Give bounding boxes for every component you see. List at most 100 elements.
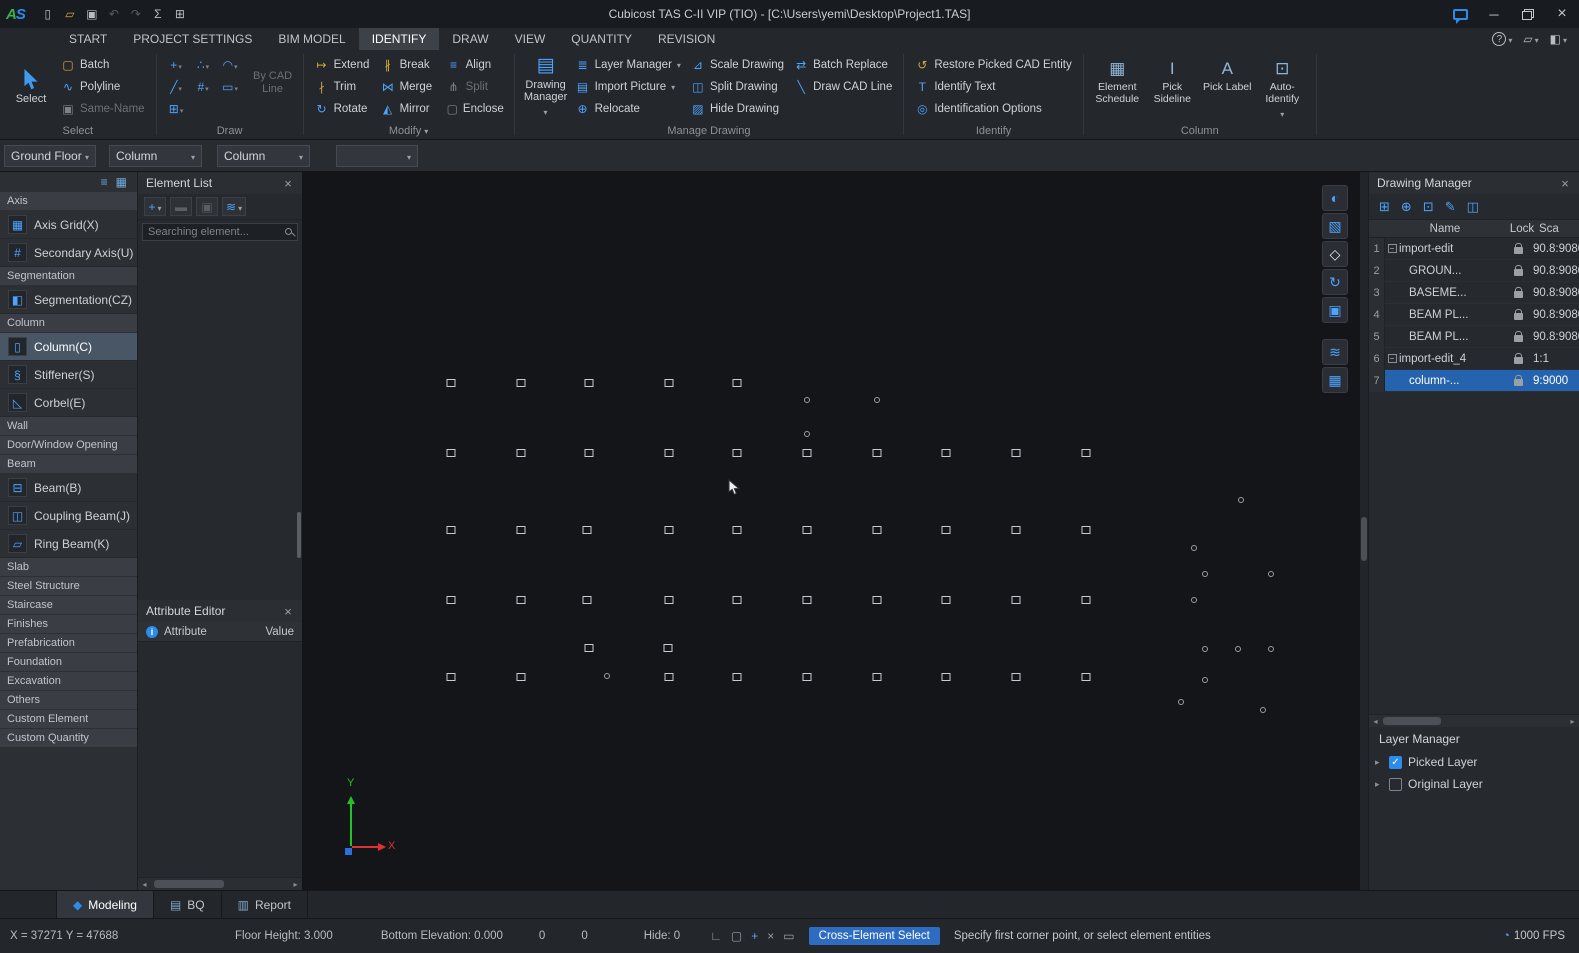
column-square[interactable] <box>517 673 526 681</box>
ribbon-button[interactable]: ∿Polyline <box>56 76 150 98</box>
ribbon-button[interactable]: ▤Import Picture <box>571 76 686 98</box>
menu-tab[interactable]: PROJECT SETTINGS <box>120 28 265 50</box>
scroll-right-icon[interactable] <box>289 878 302 890</box>
scrollbar-thumb[interactable] <box>1383 717 1441 725</box>
drawing-manager-tool[interactable]: ⊕ <box>1401 199 1412 215</box>
column-square[interactable] <box>733 596 742 604</box>
drawing-row[interactable]: 4 BEAM PL... 90.8:9080 <box>1369 304 1579 326</box>
ribbon-button[interactable]: ∤Trim <box>310 76 376 98</box>
column-square[interactable] <box>1082 596 1091 604</box>
column-square[interactable] <box>665 526 674 534</box>
quick-tool-button[interactable]: ▯ <box>37 4 59 24</box>
cad-circle[interactable] <box>1191 597 1197 603</box>
column-square[interactable] <box>733 379 742 387</box>
view-tool-button[interactable]: ▧ <box>1322 213 1348 239</box>
column-square[interactable] <box>665 596 674 604</box>
category-item[interactable]: Wall <box>0 417 137 436</box>
layer-checkbox[interactable] <box>1389 756 1402 769</box>
category-item[interactable]: Column <box>0 314 137 333</box>
menubar-icon-button[interactable]: ? <box>1492 32 1512 46</box>
ribbon-button[interactable]: ▢Batch <box>56 54 150 76</box>
lock-icon[interactable] <box>1514 357 1523 364</box>
layer-row[interactable]: Picked Layer <box>1369 751 1579 773</box>
menubar-icon-button[interactable]: ▱ <box>1523 32 1538 46</box>
column-square[interactable] <box>942 673 951 681</box>
scrollbar-thumb[interactable] <box>1361 517 1367 561</box>
column-square[interactable] <box>873 449 882 457</box>
cad-circle[interactable] <box>804 431 810 437</box>
category-item[interactable]: Axis <box>0 192 137 211</box>
close-panel-icon[interactable] <box>282 177 294 190</box>
view-tool-button[interactable]: ◇ <box>1322 241 1348 267</box>
workspace-tab[interactable]: ▤BQ <box>154 891 222 918</box>
close-panel-icon[interactable] <box>1559 177 1571 190</box>
lock-icon[interactable] <box>1514 269 1523 276</box>
column-square[interactable] <box>585 379 594 387</box>
ribbon-big-button[interactable]: IPick Sideline <box>1145 54 1200 120</box>
column-square[interactable] <box>447 379 456 387</box>
view-toggle-button[interactable]: ▦ <box>116 175 127 189</box>
drawing-manager-button[interactable]: Drawing Manager <box>521 54 571 120</box>
panel-resize-grip[interactable] <box>297 512 301 558</box>
ribbon-button[interactable]: ↺Restore Picked CAD Entity <box>910 54 1076 76</box>
category-item[interactable]: ▦ Axis Grid(X) <box>0 211 137 239</box>
tree-collapse-icon[interactable] <box>1388 354 1397 363</box>
category-item[interactable]: Beam <box>0 455 137 474</box>
group-label-modify[interactable]: Modify <box>304 123 514 139</box>
window-button[interactable]: × <box>1545 0 1579 28</box>
menu-tab[interactable]: START <box>56 28 120 50</box>
window-button[interactable] <box>1443 0 1477 28</box>
category-item[interactable]: Staircase <box>0 596 137 615</box>
column-square[interactable] <box>665 673 674 681</box>
lock-icon[interactable] <box>1514 335 1523 342</box>
column-square[interactable] <box>583 526 592 534</box>
quick-tool-button[interactable]: ▱ <box>59 4 81 24</box>
floor-select[interactable]: Ground Floor <box>4 145 96 167</box>
ribbon-button[interactable]: ◎Identification Options <box>910 98 1076 120</box>
quick-tool-button[interactable]: Σ <box>147 4 169 24</box>
category-item[interactable]: # Secondary Axis(U) <box>0 239 137 267</box>
element-list-body[interactable] <box>138 244 302 600</box>
drawing-row[interactable]: 5 BEAM PL... 90.8:9080 <box>1369 326 1579 348</box>
menu-tab[interactable]: REVISION <box>645 28 728 50</box>
ribbon-button[interactable]: ⇄Batch Replace <box>789 54 897 76</box>
category-item[interactable]: § Stiffener(S) <box>0 361 137 389</box>
category-item[interactable]: Slab <box>0 558 137 577</box>
menu-tab[interactable]: IDENTIFY <box>359 28 440 50</box>
category-item[interactable]: Prefabrication <box>0 634 137 653</box>
view-tool-button[interactable]: ▦ <box>1322 367 1348 393</box>
status-toggle-button[interactable]: + <box>751 929 758 943</box>
floor-select[interactable]: Column <box>109 145 202 167</box>
horizontal-scrollbar[interactable] <box>138 877 302 890</box>
column-square[interactable] <box>517 526 526 534</box>
drawing-manager-tool[interactable]: ✎ <box>1445 199 1456 215</box>
column-square[interactable] <box>517 379 526 387</box>
category-item[interactable]: ◫ Coupling Beam(J) <box>0 502 137 530</box>
draw-tool-button[interactable]: ╱ <box>163 76 190 98</box>
ribbon-button[interactable]: ⋈Merge <box>376 76 442 98</box>
draw-tool-button[interactable]: ∴ <box>190 54 217 76</box>
menu-tab[interactable]: BIM MODEL <box>265 28 358 50</box>
category-item[interactable]: Foundation <box>0 653 137 672</box>
column-square[interactable] <box>873 673 882 681</box>
column-square[interactable] <box>1012 526 1021 534</box>
category-item[interactable]: ▯ Column(C) <box>0 333 137 361</box>
element-toolbar-button[interactable]: ≋ <box>222 197 246 216</box>
tree-collapse-icon[interactable] <box>1388 244 1397 253</box>
lock-icon[interactable] <box>1514 313 1523 320</box>
draw-tool-button[interactable]: ▭ <box>217 76 244 98</box>
ribbon-button[interactable]: ≣Layer Manager <box>571 54 686 76</box>
draw-tool-button[interactable]: ◠ <box>217 54 244 76</box>
cad-circle[interactable] <box>1178 699 1184 705</box>
column-square[interactable] <box>803 673 812 681</box>
ribbon-big-button[interactable]: ⊡Auto-Identify <box>1255 54 1310 120</box>
cad-circle[interactable] <box>1260 707 1266 713</box>
cad-circle[interactable] <box>1202 646 1208 652</box>
category-item[interactable]: Custom Quantity <box>0 729 137 748</box>
drawing-canvas[interactable]: Y X ◐▧◇↻▣≋▦ <box>302 172 1360 890</box>
ribbon-button[interactable]: ∦Break <box>376 54 442 76</box>
element-search-input[interactable] <box>142 223 298 241</box>
scrollbar-thumb[interactable] <box>154 880 224 888</box>
ribbon-button[interactable]: TIdentify Text <box>910 76 1076 98</box>
column-square[interactable] <box>1012 673 1021 681</box>
